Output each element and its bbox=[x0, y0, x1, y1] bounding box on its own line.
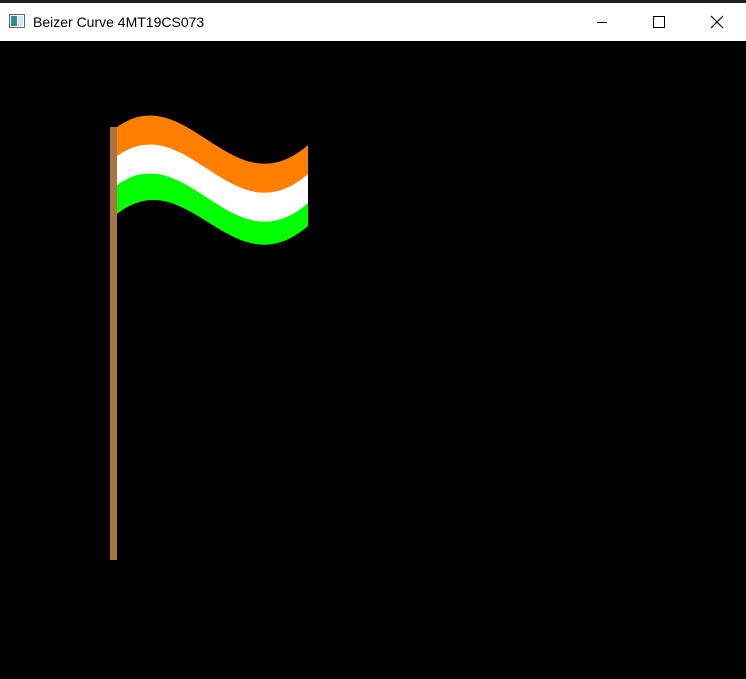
drawing-canvas bbox=[0, 41, 746, 679]
minimize-button[interactable] bbox=[579, 3, 625, 41]
flag-drawing bbox=[110, 115, 308, 560]
close-icon bbox=[710, 15, 724, 29]
minimize-icon bbox=[596, 16, 608, 28]
maximize-button[interactable] bbox=[636, 3, 682, 41]
close-button[interactable] bbox=[694, 3, 740, 41]
application-window-icon bbox=[9, 13, 25, 29]
window-title: Beizer Curve 4MT19CS073 bbox=[33, 14, 205, 30]
maximize-icon bbox=[653, 16, 665, 28]
flag-pole bbox=[110, 127, 117, 560]
title-bar[interactable]: Beizer Curve 4MT19CS073 bbox=[0, 0, 746, 41]
application-window: Beizer Curve 4MT19CS073 bbox=[0, 0, 746, 679]
